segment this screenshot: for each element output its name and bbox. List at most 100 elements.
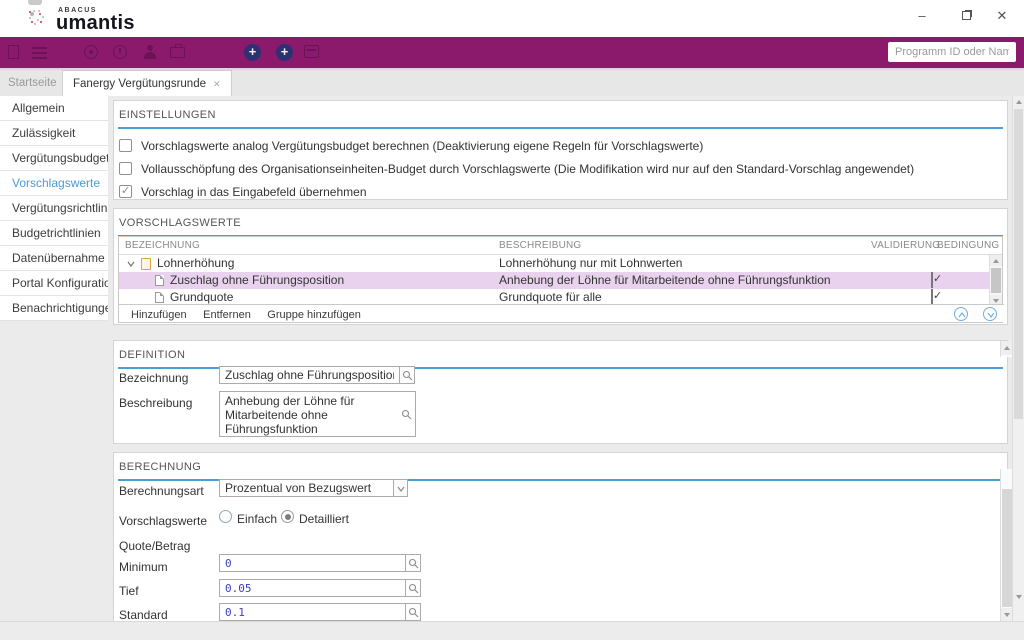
quote-betrag-label: Quote/Betrag [119,539,190,553]
maximize-icon[interactable] [952,4,980,28]
sidebar-item-verguetungsrichtlinien[interactable]: Vergütungsrichtlinien [0,196,108,221]
berechnungsart-select[interactable]: Prozentual von Bezugswert [219,479,394,497]
section-title: DEFINITION [114,341,1007,361]
definition-section: DEFINITION Bezeichnung Beschreibung Anhe… [113,340,1008,444]
sidebar-item-portal-konfiguration[interactable]: Portal Konfiguration [0,271,108,296]
move-up-icon[interactable] [954,307,968,321]
target-icon[interactable] [84,45,98,59]
bedingung-cell [931,272,991,289]
umantis-app-window: ABACUS umantis – ✕ + + Startseite✕ Faner… [0,0,1024,640]
tab-fanergy-verguetungsrunde[interactable]: Fanergy Vergütungsrunde✕ [62,70,232,96]
bezeichnung-input[interactable] [219,366,400,384]
page-icon [155,292,164,303]
list-icon[interactable] [32,47,47,49]
scrollbar-thumb[interactable] [1014,109,1023,419]
scroll-up-icon[interactable] [1013,96,1024,107]
col-bezeichnung: BEZEICHNUNG [119,237,493,255]
gruppe-hinzufuegen-button[interactable]: Gruppe hinzufügen [267,307,361,324]
page-scrollbar[interactable] [1012,96,1024,621]
section-title: BERECHNUNG [114,453,1007,473]
sidebar-item-verguetungsbudget[interactable]: Vergütungsbudget [0,146,108,171]
vorschlagswerte-section: VORSCHLAGSWERTE BEZEICHNUNG BESCHREIBUNG… [113,208,1008,325]
document-icon[interactable] [8,45,19,59]
lookup-button[interactable] [406,554,421,572]
scrollbar-thumb[interactable] [991,268,1001,293]
title-bar: ABACUS umantis – ✕ [0,0,1024,37]
card-icon[interactable] [304,45,319,58]
section-title: VORSCHLAGSWERTE [114,209,1007,229]
vorschlagswerte-table: BEZEICHNUNG BESCHREIBUNG VALIDIERUNG BED… [118,236,1003,323]
table-row-selected[interactable]: Zuschlag ohne Führungsposition Anhebung … [119,272,991,289]
checkbox-unchecked[interactable] [119,139,132,152]
checkbox-row: Vorschlag in das Eingabefeld übernehmen [119,185,1007,199]
briefcase-icon[interactable] [170,47,185,58]
standard-label: Standard [119,608,168,622]
scrollbar-thumb[interactable] [1002,489,1012,607]
table-footer: Hinzufügen Entfernen Gruppe hinzufügen [119,304,1004,322]
lookup-button[interactable] [406,579,421,597]
group-icon [141,258,151,270]
radio-einfach[interactable] [219,510,232,523]
bedingung-checkbox-checked[interactable] [931,272,933,288]
table-scrollbar[interactable] [989,255,1002,306]
minimum-label: Minimum [119,560,168,574]
add-icon[interactable]: + [244,44,261,61]
einstellungen-section: EINSTELLUNGEN Vorschlagswerte analog Ver… [113,100,1008,200]
page-icon [155,275,164,286]
brand-umantis: umantis [56,12,135,35]
berechnungsart-label: Berechnungsart [119,484,204,498]
radio-detailliert-selected[interactable] [281,510,294,523]
add-icon[interactable]: + [276,44,293,61]
lookup-button[interactable] [400,366,415,384]
berechnung-section: BERECHNUNG Berechnungsart Prozentual von… [113,452,1008,621]
validierung-cell [865,272,931,289]
bedingung-checkbox-checked[interactable] [931,289,933,305]
sidebar-item-vorschlagswerte[interactable]: Vorschlagswerte [0,171,108,196]
close-icon[interactable]: ✕ [988,4,1016,28]
tief-label: Tief [119,584,139,598]
entfernen-button[interactable]: Entfernen [203,307,251,324]
sidebar-item-allgemein[interactable]: Allgemein [0,96,108,121]
settings-nav-sidebar: Allgemein Zulässigkeit Vergütungsbudget … [0,96,108,321]
col-bedingung: BEDINGUNG [931,237,991,255]
program-search-input[interactable] [888,42,1016,62]
validierung-cell [865,255,931,272]
tab-bar: Startseite✕ Fanergy Vergütungsrunde✕ [0,70,1024,96]
hinzufuegen-button[interactable]: Hinzufügen [131,307,187,324]
minimize-icon[interactable]: – [908,4,936,28]
table-header: BEZEICHNUNG BESCHREIBUNG VALIDIERUNG BED… [119,237,1002,255]
chevron-down-icon[interactable] [394,479,408,497]
close-tab-icon[interactable]: ✕ [213,71,221,97]
sidebar-item-benachrichtigungen[interactable]: Benachrichtigungen [0,296,108,321]
beschreibung-textarea[interactable]: Anhebung der Löhne für Mitarbeitende ohn… [219,391,416,437]
bezeichnung-label: Bezeichnung [119,371,188,385]
minimum-input[interactable] [219,554,406,572]
move-down-icon[interactable] [983,307,997,321]
sidebar-item-zulaessigkeit[interactable]: Zulässigkeit [0,121,108,146]
section-underline [118,127,1003,129]
main-toolbar: + + [0,37,1024,68]
standard-input[interactable] [219,603,406,621]
scroll-down-icon[interactable] [1013,591,1024,602]
scroll-up-icon[interactable] [990,255,1002,266]
tief-input[interactable] [219,579,406,597]
table-row-group[interactable]: Lohnerhöhung Lohnerhöhung nur mit Lohnwe… [119,255,991,272]
sidebar-item-budgetrichtlinien[interactable]: Budgetrichtlinien [0,221,108,246]
lookup-button[interactable] [401,407,412,425]
history-icon[interactable] [113,45,127,59]
checkbox-row: Vollausschöpfung des Organisationseinhei… [119,162,1007,176]
lookup-button[interactable] [406,603,421,621]
checkbox-checked[interactable] [119,185,132,198]
abacus-swirl-icon [30,12,34,16]
window-chrome-chip [28,0,42,5]
checkbox-row: Vorschlagswerte analog Vergütungsbudget … [119,139,1007,153]
user-icon[interactable] [143,45,157,59]
col-beschreibung: BESCHREIBUNG [493,237,865,255]
status-strip [0,621,1024,640]
checkbox-unchecked[interactable] [119,162,132,175]
vorschlagswerte-label: Vorschlagswerte [119,514,207,528]
chevron-down-icon[interactable] [127,261,135,267]
sidebar-item-datenuebernahme[interactable]: Datenübernahme [0,246,108,271]
section-title: EINSTELLUNGEN [114,101,1007,121]
bedingung-cell [931,255,991,272]
